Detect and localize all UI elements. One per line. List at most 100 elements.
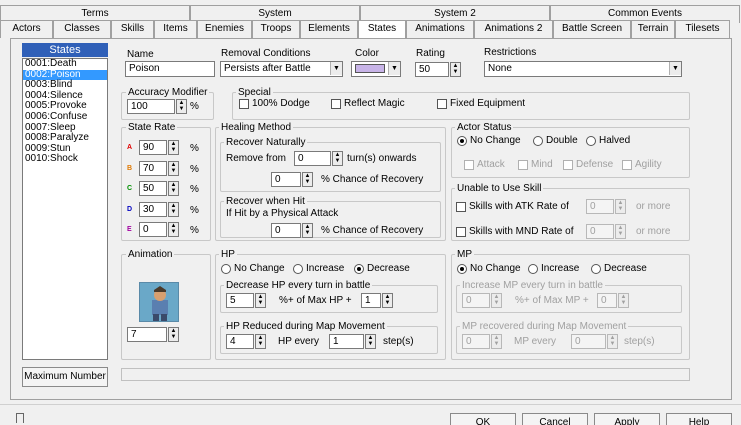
hp-battle-percent-spinner[interactable]: ▲ ▼ [255,293,266,308]
state-rate-spinner[interactable]: ▲ ▼ [168,201,179,217]
animation-preview[interactable] [139,282,179,322]
state-rate-field[interactable]: 70 [139,160,167,176]
rating-spinner[interactable]: ▲ ▼ [450,62,461,77]
tab-skills[interactable]: Skills [111,20,154,38]
hp-map-value-spinner[interactable]: ▲ ▼ [255,334,266,349]
animation-spinner[interactable]: ▲ ▼ [168,327,179,342]
hp-map-value-field[interactable]: 4 [226,334,254,349]
remove-turns-spinner[interactable]: ▲ ▼ [332,151,343,166]
state-list-item[interactable]: 0010:Shock [23,154,107,165]
maximum-number-button[interactable]: Maximum Number [22,367,108,387]
mp-map-value-field[interactable]: 0 [462,334,490,349]
animation-field[interactable]: 7 [127,327,167,342]
state-rate-spinner[interactable]: ▲ ▼ [168,181,179,196]
tab-troops[interactable]: Troops [252,20,300,38]
state-rate-field[interactable]: 0 [139,222,167,237]
mnd-rate-checkbox[interactable] [456,227,466,237]
removal-conditions-select[interactable]: Persists after Battle ▼ [220,61,343,77]
special-fixed-equip-checkbox[interactable] [437,99,447,109]
mp-battle-label: Increase MP every turn in battle [460,280,605,292]
mp-battle-percent-spinner[interactable]: ▲ ▼ [491,293,502,308]
hp-no-change-radio[interactable] [221,264,231,274]
hp-battle-flat-spinner[interactable]: ▲ ▼ [382,293,393,308]
actor-status-double-radio[interactable] [533,136,543,146]
hp-battle-flat-field[interactable]: 1 [361,293,381,308]
actor-status-defense-checkbox[interactable] [563,160,573,170]
mp-map-steps-spinner[interactable]: ▲ ▼ [607,334,618,349]
state-list-item[interactable]: 0006:Confuse [23,111,107,123]
state-rate-field[interactable]: 50 [139,181,167,196]
actor-status-attack-checkbox[interactable] [464,160,474,170]
resize-grip-icon[interactable] [16,413,24,423]
character-sprite-icon [152,286,168,321]
atk-rate-checkbox[interactable] [456,202,466,212]
accuracy-spinner[interactable]: ▲ ▼ [176,99,187,114]
mp-battle-percent-field[interactable]: 0 [462,293,490,308]
mp-battle-flat-spinner[interactable]: ▲ ▼ [618,293,629,308]
special-dodge-checkbox[interactable] [239,99,249,109]
tab-row-bottom: Actors Classes Skills Items Enemies Troo… [0,20,741,38]
tab-enemies[interactable]: Enemies [197,20,252,38]
name-field[interactable]: Poison [125,61,215,77]
atk-rate-spinner[interactable]: ▲ ▼ [615,199,626,214]
hp-increase-label: Increase [306,263,345,274]
help-button[interactable]: Help [666,413,732,425]
actor-status-mind-checkbox[interactable] [518,160,528,170]
mp-increase-label: Increase [541,263,580,274]
tab-items[interactable]: Items [154,20,197,38]
tab-animations-2[interactable]: Animations 2 [474,20,553,38]
tab-actors[interactable]: Actors [0,20,53,38]
hp-decrease-radio[interactable] [354,264,364,274]
mp-map-value-spinner[interactable]: ▲ ▼ [491,334,502,349]
hp-battle-percent-field[interactable]: 5 [226,293,254,308]
tab-states[interactable]: States [358,20,406,38]
apply-button[interactable]: Apply [594,413,660,425]
hp-map-steps-spinner[interactable]: ▲ ▼ [365,334,376,349]
mp-map-steps-field[interactable]: 0 [571,334,606,349]
natural-chance-field[interactable]: 0 [271,172,301,187]
state-list-item[interactable]: 0001:Death [23,58,107,70]
tab-animations[interactable]: Animations [406,20,474,38]
natural-chance-spinner[interactable]: ▲ ▼ [302,172,313,187]
restrictions-select[interactable]: None ▼ [484,61,682,77]
state-rate-spinner[interactable]: ▲ ▼ [168,160,179,176]
cancel-button[interactable]: Cancel [522,413,588,425]
state-rate-spinner[interactable]: ▲ ▼ [168,222,179,237]
tab-tilesets[interactable]: Tilesets [675,20,730,38]
actor-status-agility-checkbox[interactable] [622,160,632,170]
hp-map-steps-field[interactable]: 1 [329,334,364,349]
tab-terrain[interactable]: Terrain [631,20,675,38]
tab-elements[interactable]: Elements [300,20,358,38]
actor-status-no-change-radio[interactable] [457,136,467,146]
states-list[interactable]: 0001:Death 0002:Poison 0003:Blind 0004:Sile… [22,58,108,360]
remove-from-label: Remove from [226,153,287,164]
state-rate-spinner[interactable]: ▲ ▼ [168,140,179,155]
hit-chance-field[interactable]: 0 [271,223,301,238]
mp-map-mid-label: MP every [514,336,557,347]
mp-decrease-radio[interactable] [591,264,601,274]
state-rate-field[interactable]: 90 [139,140,167,155]
mp-battle-flat-field[interactable]: 0 [597,293,617,308]
state-rate-field[interactable]: 30 [139,201,167,217]
color-select[interactable]: ▼ [351,61,401,77]
unable-skill-label: Unable to Use Skill [455,183,544,194]
mnd-rate-field[interactable]: 0 [586,224,614,239]
mp-no-change-radio[interactable] [457,264,467,274]
mp-increase-radio[interactable] [528,264,538,274]
atk-rate-field[interactable]: 0 [586,199,614,214]
atk-rate-suffix: or more [636,201,671,212]
hp-map-suffix: step(s) [383,336,414,347]
ok-button[interactable]: OK [450,413,516,425]
actor-status-mind-label: Mind [531,159,553,170]
hp-increase-radio[interactable] [293,264,303,274]
tab-battle-screen[interactable]: Battle Screen [553,20,631,38]
mnd-rate-spinner[interactable]: ▲ ▼ [615,224,626,239]
actor-status-halved-radio[interactable] [586,136,596,146]
tab-classes[interactable]: Classes [53,20,111,38]
special-reflect-checkbox[interactable] [331,99,341,109]
remove-turns-field[interactable]: 0 [294,151,331,166]
accuracy-field[interactable]: 100 [127,99,175,114]
state-rate-grade: B [127,164,133,172]
rating-field[interactable]: 50 [415,62,449,77]
hit-chance-spinner[interactable]: ▲ ▼ [302,223,313,238]
